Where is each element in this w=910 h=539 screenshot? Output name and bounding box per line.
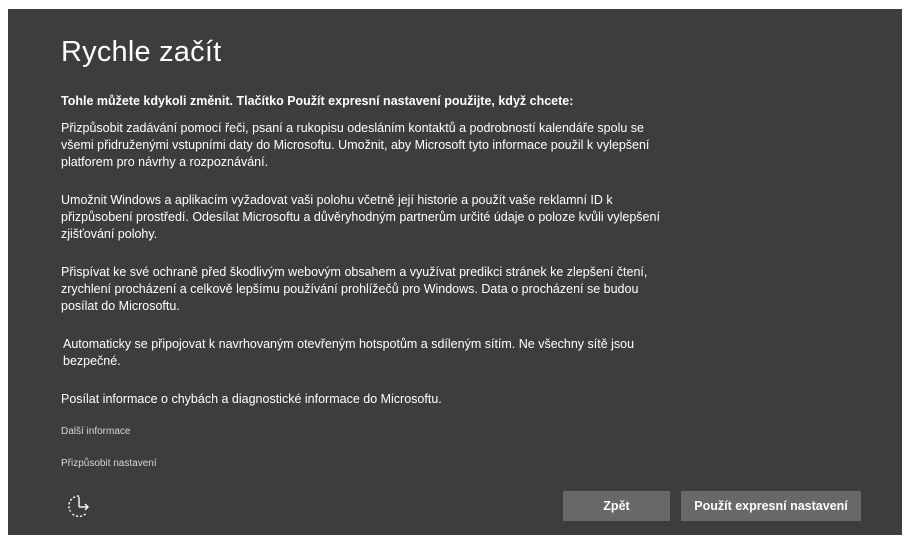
oobe-screen: Rychle začít Tohle můžete kdykoli změnit… [8,9,902,535]
use-express-settings-button[interactable]: Použít expresní nastavení [681,491,861,521]
ease-of-access-icon[interactable] [66,493,92,519]
more-info-link[interactable]: Další informace [61,426,130,437]
intro-text: Tohle můžete kdykoli změnit. Tlačítko Po… [61,94,574,108]
paragraph-speech-input: Přizpůsobit zadávání pomocí řeči, psaní … [61,121,650,169]
paragraph-diagnostics: Posílat informace o chybách a diagnostic… [61,392,442,406]
paragraph-location: Umožnit Windows a aplikacím vyžadovat va… [61,193,660,241]
paragraph-browser-protection: Přispívat ke své ochraně před škodlivým … [61,265,648,313]
page-title: Rychle začít [61,36,222,68]
back-button[interactable]: Zpět [563,491,670,521]
customize-settings-link[interactable]: Přizpůsobit nastavení [61,458,157,469]
paragraph-hotspots: Automaticky se připojovat k navrhovaným … [63,337,635,368]
